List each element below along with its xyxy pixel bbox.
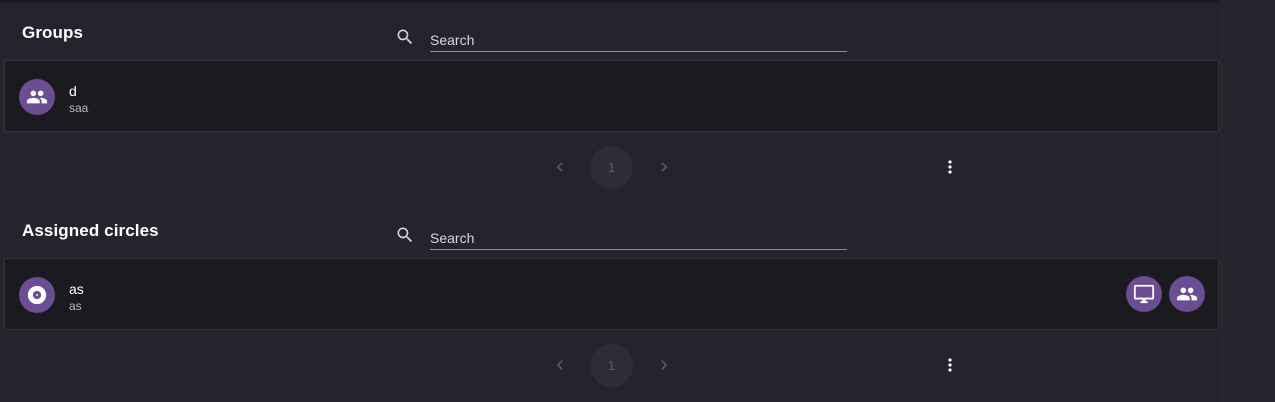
search-icon[interactable] — [395, 225, 415, 245]
right-gutter — [1220, 0, 1275, 402]
groups-search — [395, 27, 847, 53]
groups-section: Groups d saa 1 — [0, 0, 1220, 200]
page-number-button[interactable]: 1 — [590, 344, 633, 387]
circles-pagination: 1 — [0, 343, 1220, 387]
group-avatar — [19, 79, 55, 115]
monitor-icon — [1133, 284, 1155, 304]
chevron-right-icon[interactable] — [654, 355, 674, 375]
item-subtitle: as — [69, 299, 82, 313]
more-vert-icon[interactable] — [940, 157, 960, 177]
list-item[interactable]: d saa — [5, 61, 1218, 131]
circles-search-input[interactable] — [430, 227, 847, 250]
circles-title: Assigned circles — [22, 221, 159, 240]
group-icon — [1176, 287, 1198, 301]
search-icon[interactable] — [395, 27, 415, 47]
chevron-left-icon[interactable] — [550, 355, 570, 375]
groups-title: Groups — [22, 23, 84, 42]
groups-button[interactable] — [1169, 276, 1205, 312]
circle-avatar — [19, 277, 55, 313]
circles-section: Assigned circles as as 1 — [0, 200, 1220, 402]
item-name: as — [69, 281, 84, 297]
circles-search — [395, 225, 847, 251]
groups-list: d saa — [4, 60, 1219, 132]
circles-list: as as — [4, 258, 1219, 330]
monitor-button[interactable] — [1126, 276, 1162, 312]
disc-icon — [27, 285, 47, 305]
chevron-right-icon[interactable] — [654, 157, 674, 177]
more-vert-icon[interactable] — [940, 355, 960, 375]
groups-pagination: 1 — [0, 145, 1220, 189]
page-number-button[interactable]: 1 — [590, 146, 633, 189]
group-icon — [26, 90, 48, 104]
item-name: d — [69, 83, 77, 99]
groups-search-input[interactable] — [430, 29, 847, 52]
chevron-left-icon[interactable] — [550, 157, 570, 177]
list-item[interactable]: as as — [5, 259, 1218, 329]
item-subtitle: saa — [69, 101, 89, 115]
